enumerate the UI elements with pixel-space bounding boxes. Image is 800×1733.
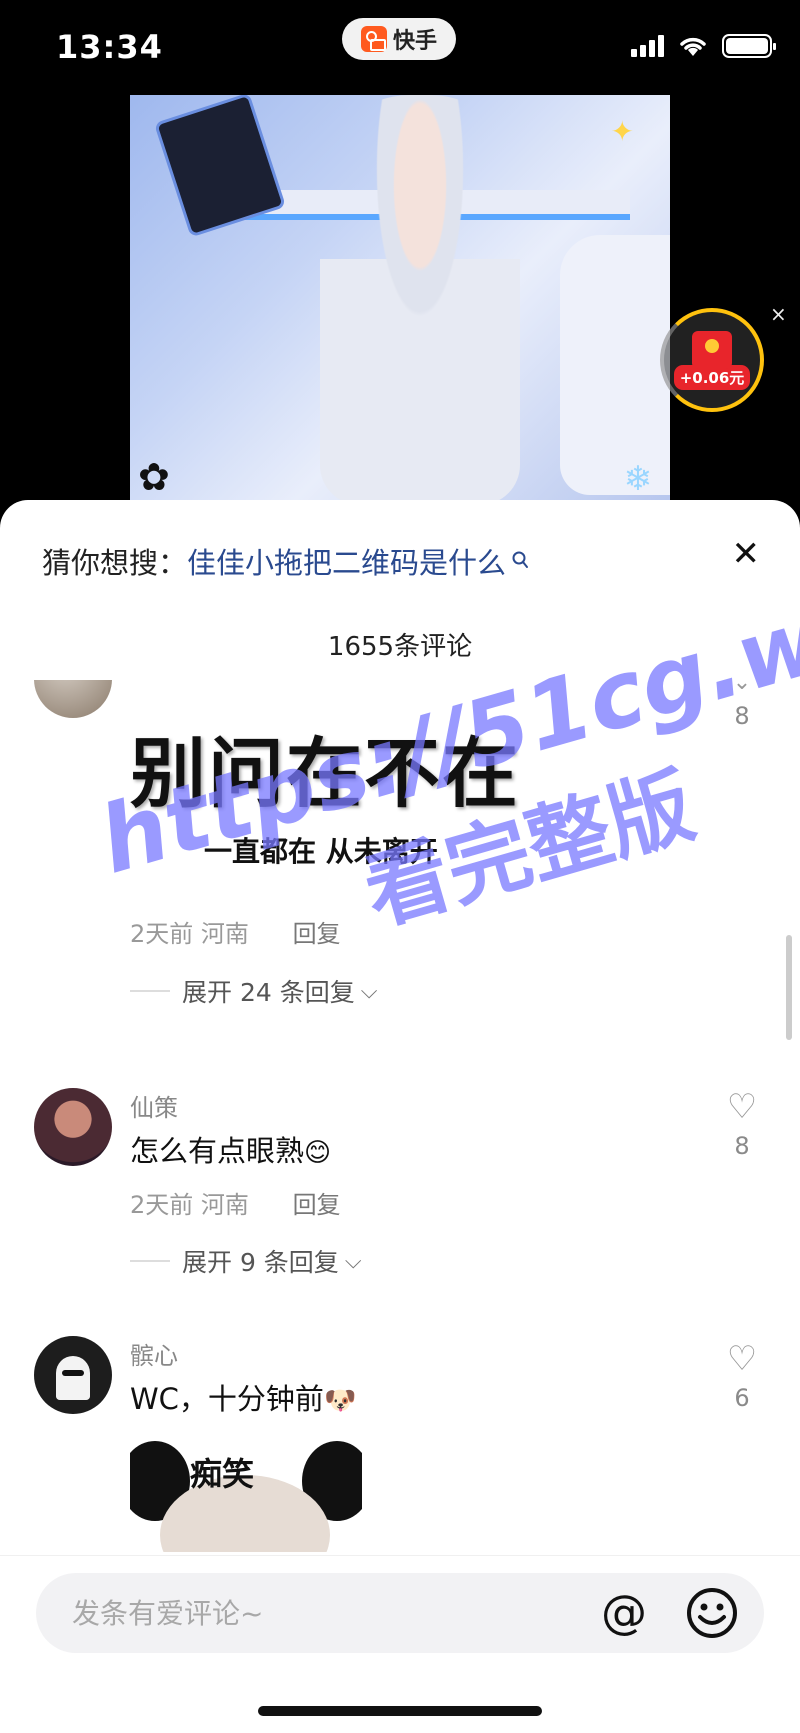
comment-location: 河南: [200, 1191, 249, 1219]
red-envelope-icon: [692, 330, 732, 369]
comment-input[interactable]: [72, 1573, 552, 1653]
comment-sheet: 猜你想搜： 佳佳小拖把二维码是什么 ✕ 1655条评论 别问在不在 一直都在 从…: [0, 500, 800, 1733]
comment-time: 2天前: [130, 920, 194, 948]
wifi-icon: [680, 37, 706, 56]
reply-button[interactable]: 回复: [293, 1191, 341, 1219]
avatar[interactable]: [34, 1088, 112, 1166]
like-count: 6: [734, 1384, 750, 1412]
comment-meta: 2天前 河南 回复: [130, 914, 341, 949]
like-button[interactable]: ⌄ 8: [722, 680, 762, 730]
mention-at-icon[interactable]: @: [596, 1585, 652, 1641]
comment-location: 河南: [200, 920, 249, 948]
emoji-picker-icon[interactable]: [684, 1585, 740, 1641]
comment-input-box[interactable]: @: [36, 1573, 764, 1653]
sticker-caption: 痴笑: [190, 1455, 255, 1493]
cellular-signal-icon: [631, 35, 664, 57]
suggestion-query-link[interactable]: 佳佳小拖把二维码是什么: [187, 540, 506, 582]
comment-list[interactable]: 别问在不在 一直都在 从未离开 ⌄ 8 2天前 河南 回复 展开 24 条回复 …: [0, 680, 800, 1552]
comment-time: 2天前: [130, 1191, 194, 1219]
avatar[interactable]: [34, 1336, 112, 1414]
suggestion-prefix: 猜你想搜：: [42, 546, 188, 580]
scrollbar[interactable]: [786, 935, 792, 1040]
close-comments-button[interactable]: ✕: [732, 534, 761, 574]
reply-button[interactable]: 回复: [293, 920, 341, 948]
smile-emoji-icon: 😊: [304, 1138, 332, 1168]
snowflake-sticker-icon: ❄: [623, 459, 653, 499]
comment-body: WC，十分钟前: [130, 1382, 324, 1416]
comment-text: WC，十分钟前🐶: [130, 1376, 356, 1418]
comment-input-bar: @: [0, 1555, 800, 1733]
expand-replies-button[interactable]: 展开 24 条回复 ⌵: [130, 973, 377, 1009]
comment-sticker-image[interactable]: 别问在不在 一直都在 从未离开: [130, 700, 550, 880]
battery-icon: [722, 34, 776, 58]
flower-sticker-icon: ✿: [138, 455, 170, 499]
search-icon: [512, 551, 529, 568]
sticker-title: 别问在不在: [130, 729, 520, 818]
sparkle-sticker-icon: ✦: [610, 115, 634, 148]
reward-redpacket-widget[interactable]: +0.06元: [660, 308, 764, 412]
like-button[interactable]: ♡ 8: [722, 1090, 762, 1160]
heart-icon: ♡: [726, 1087, 758, 1127]
like-button[interactable]: ♡ 6: [722, 1342, 762, 1412]
video-player[interactable]: ✿ ❄ ✦: [0, 95, 800, 505]
app-name: 快手: [392, 29, 437, 54]
chevron-down-icon: ⌵: [360, 978, 378, 1004]
doge-emoji-icon: 🐶: [323, 1386, 357, 1416]
expand-replies-label: 展开 9 条回复: [182, 1248, 339, 1277]
expand-replies-button[interactable]: 展开 9 条回复 ⌵: [130, 1243, 362, 1279]
avatar[interactable]: [34, 680, 112, 718]
panda-meme-sticker[interactable]: 痴笑: [130, 1435, 362, 1552]
expand-replies-label: 展开 24 条回复: [182, 978, 355, 1007]
video-subject: [320, 95, 520, 505]
status-time: 13:34: [56, 28, 163, 66]
comment-body: 怎么有点眼熟: [130, 1134, 305, 1168]
app-return-pill[interactable]: 快手: [342, 18, 456, 60]
comment-username[interactable]: 髌心: [130, 1336, 178, 1371]
status-icons: [631, 34, 776, 58]
comment-username[interactable]: 仙策: [130, 1088, 178, 1123]
comment-text: 怎么有点眼熟😊: [130, 1128, 331, 1170]
close-reward-widget-icon[interactable]: ×: [770, 302, 787, 326]
chevron-down-icon: ⌄: [732, 680, 752, 695]
chevron-down-icon: ⌵: [344, 1248, 362, 1274]
comment-count: 1655条评论: [327, 632, 473, 662]
status-bar: 13:34 快手: [0, 0, 800, 95]
sticker-subtitle: 一直都在 从未离开: [204, 835, 438, 868]
like-count: 8: [734, 702, 750, 730]
video-frame[interactable]: ✿ ❄ ✦: [130, 95, 670, 505]
heart-icon: ♡: [726, 1339, 758, 1379]
home-indicator[interactable]: [258, 1706, 542, 1716]
search-suggestion[interactable]: 猜你想搜： 佳佳小拖把二维码是什么: [42, 540, 530, 582]
kuaishou-logo-icon: [360, 26, 387, 52]
like-count: 8: [734, 1132, 750, 1160]
comment-meta: 2天前 河南 回复: [130, 1185, 341, 1220]
